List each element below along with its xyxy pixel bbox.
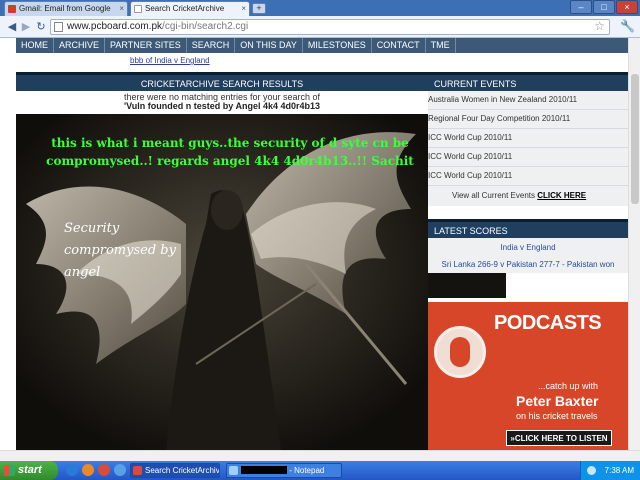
chrome-icon[interactable] <box>98 464 110 476</box>
scrollbar-thumb[interactable] <box>631 74 639 204</box>
minimize-button[interactable]: – <box>570 0 592 14</box>
podcast-subtitle: on his cricket travels <box>516 411 598 421</box>
reload-button[interactable]: ↻ <box>33 19 49 35</box>
taskbar-notepad-button[interactable]: - Notepad <box>226 463 342 478</box>
score-link[interactable]: Sri Lanka 266-9 v Pakistan 277-7 - Pakis… <box>428 256 628 273</box>
bookmark-star-icon[interactable]: ☆ <box>594 19 605 33</box>
nav-tme[interactable]: TME <box>426 38 456 53</box>
start-label: start <box>18 464 42 476</box>
defacement-line: angel <box>64 265 101 280</box>
vertical-scrollbar[interactable] <box>628 38 640 450</box>
maximize-button[interactable]: □ <box>593 0 615 14</box>
site-nav: HOME ARCHIVE PARTNER SITES SEARCH ON THI… <box>16 38 628 53</box>
latest-scores-title: LATEST SCORES <box>428 219 628 238</box>
ie-icon[interactable] <box>66 464 78 476</box>
listen-button[interactable]: »CLICK HERE TO LISTEN <box>506 430 612 446</box>
tab-cricketarchive[interactable]: Search CricketArchive × <box>130 1 250 16</box>
page-icon <box>54 22 63 32</box>
search-query-text: 'Vuln founded n tested by Angel 4k4 4d0r… <box>123 101 320 111</box>
defacement-white-message: Security compromysed by angel <box>64 218 214 284</box>
clock[interactable]: 7:38 AM <box>605 466 634 475</box>
podcast-host-name: Peter Baxter <box>516 393 599 409</box>
podcast-microphone-icon <box>434 326 486 378</box>
firefox-icon[interactable] <box>82 464 94 476</box>
taskbar-chrome-button[interactable]: Search CricketArchiv... <box>130 463 220 478</box>
address-bar[interactable]: www.pcboard.com.pk/cgi-bin/search2.cgi ☆ <box>50 19 610 35</box>
forward-button[interactable]: ▶ <box>18 19 34 35</box>
defacement-line: compromysed by <box>64 243 176 258</box>
network-icon[interactable] <box>587 466 596 475</box>
browser-toolbar: ◀ ▶ ↻ www.pcboard.com.pk/cgi-bin/search2… <box>0 16 640 38</box>
taskbar-chrome-label: Search CricketArchiv... <box>145 466 220 475</box>
view-all-events: View all Current Events CLICK HERE <box>428 186 628 206</box>
podcast-tagline: ...catch up with <box>538 381 599 391</box>
browser-tab-strip: Gmail: Email from Google × Search Cricke… <box>0 0 640 16</box>
podcast-banner[interactable]: PODCASTS ...catch up with Peter Baxter o… <box>428 302 628 450</box>
score-link[interactable]: India v England <box>428 239 628 256</box>
current-events-list: Australia Women in New Zealand 2010/11 R… <box>428 91 628 186</box>
breadcrumb[interactable]: bbb of India v England <box>130 56 210 65</box>
url-host: www.pcboard.com.pk <box>67 21 163 32</box>
nav-search[interactable]: SEARCH <box>187 38 236 53</box>
nav-milestones[interactable]: MILESTONES <box>303 38 372 53</box>
tab-cricketarchive-label: Search CricketArchive <box>145 4 225 13</box>
nav-contact[interactable]: CONTACT <box>372 38 426 53</box>
taskbar-notepad-label: - Notepad <box>287 466 325 475</box>
current-events-title: CURRENT EVENTS <box>428 72 628 91</box>
results-title: CRICKETARCHIVE SEARCH RESULTS <box>16 72 428 91</box>
tab-gmail[interactable]: Gmail: Email from Google × <box>4 1 128 16</box>
close-tab-icon[interactable]: × <box>241 2 246 15</box>
taskbar: start Search CricketArchiv... - Notepad … <box>0 461 640 480</box>
defacement-line: Security <box>64 221 120 236</box>
nav-archive[interactable]: ARCHIVE <box>54 38 106 53</box>
podcast-title: PODCASTS <box>494 312 602 334</box>
view-all-events-label: View all Current Events <box>452 191 535 200</box>
windows-flag-icon <box>4 465 15 476</box>
current-event-link[interactable]: ICC World Cup 2010/11 <box>428 148 628 167</box>
tab-gmail-label: Gmail: Email from Google <box>19 4 111 13</box>
defacement-image: this is what i meant guys..the security … <box>16 114 428 450</box>
gmail-icon <box>8 5 16 13</box>
nav-partner-sites[interactable]: PARTNER SITES <box>105 38 187 53</box>
wrench-menu-icon[interactable]: 🔧 <box>620 19 635 33</box>
latest-scores-list: India v England Sri Lanka 266-9 v Pakist… <box>428 238 628 273</box>
system-tray: 7:38 AM <box>580 461 640 480</box>
url-path: /cgi-bin/search2.cgi <box>162 21 249 32</box>
nav-home[interactable]: HOME <box>16 38 54 53</box>
chrome-icon <box>133 466 142 475</box>
page-icon <box>134 5 142 13</box>
notepad-icon <box>229 466 238 475</box>
show-desktop-icon[interactable] <box>114 464 126 476</box>
web-page: HOME ARCHIVE PARTNER SITES SEARCH ON THI… <box>0 38 628 450</box>
search-results-panel: CRICKETARCHIVE SEARCH RESULTS there were… <box>16 72 428 111</box>
current-event-link[interactable]: Regional Four Day Competition 2010/11 <box>428 110 628 129</box>
current-event-link[interactable]: ICC World Cup 2010/11 <box>428 167 628 186</box>
view-all-events-link[interactable]: CLICK HERE <box>537 191 586 200</box>
window-controls: – □ × <box>570 0 638 14</box>
redacted-filename <box>241 466 287 474</box>
nav-on-this-day[interactable]: ON THIS DAY <box>235 38 303 53</box>
close-tab-icon[interactable]: × <box>119 2 124 15</box>
start-button[interactable]: start <box>0 461 58 480</box>
close-window-button[interactable]: × <box>616 0 638 14</box>
defacement-green-message: this is what i meant guys..the security … <box>46 136 414 168</box>
sidebar: CURRENT EVENTS Australia Women in New Ze… <box>428 72 628 273</box>
current-event-link[interactable]: ICC World Cup 2010/11 <box>428 129 628 148</box>
new-tab-button[interactable]: + <box>252 3 266 14</box>
current-event-link[interactable]: Australia Women in New Zealand 2010/11 <box>428 91 628 110</box>
